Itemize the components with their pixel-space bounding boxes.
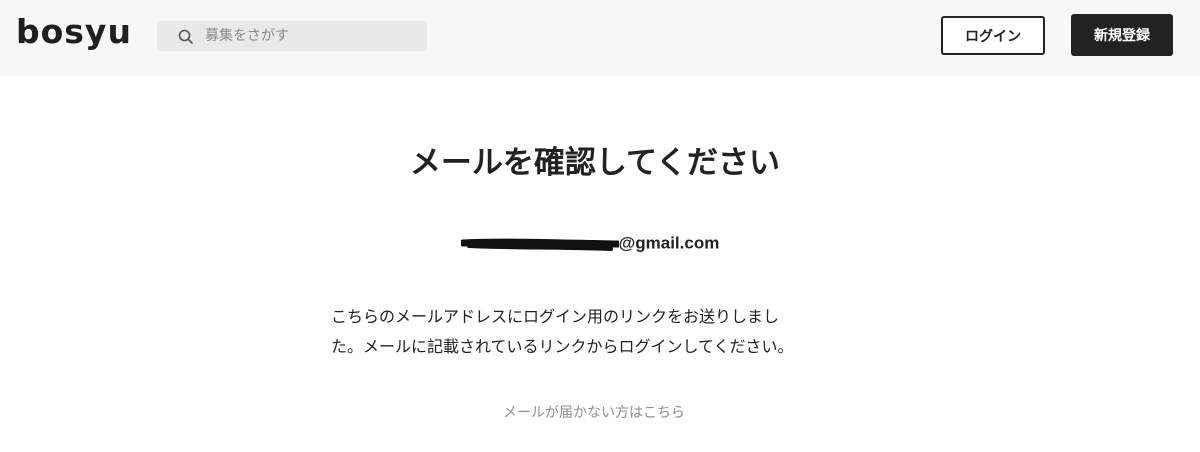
message-line-2: た。メールに記載されているリンクからログインしてください。 xyxy=(331,337,794,356)
search-bar[interactable] xyxy=(157,21,427,51)
email-not-received-link[interactable]: メールが届かない方はこちら xyxy=(0,401,1188,425)
search-icon xyxy=(178,29,193,44)
message-line-1: こちらのメールアドレスにログイン用のリンクをお送りしまし xyxy=(331,307,780,326)
email-address: @gmail.com xyxy=(0,230,1180,257)
signup-button[interactable]: 新規登録 xyxy=(1071,14,1173,56)
bosyu-logo[interactable]: bosyu xyxy=(16,10,132,54)
site-header: bosyu ログイン 新規登録 xyxy=(0,0,1200,76)
page-title: メールを確認してください xyxy=(409,145,781,181)
redaction-mark xyxy=(460,238,619,251)
email-domain: @gmail.com xyxy=(618,233,720,253)
search-input[interactable] xyxy=(205,21,415,51)
confirmation-message: こちらのメールアドレスにログイン用のリンクをお送りしまし た。メールに記載されて… xyxy=(331,302,853,362)
login-button[interactable]: ログイン xyxy=(941,16,1045,55)
main-content: メールを確認してください @gmail.com こちらのメールアドレスにログイン… xyxy=(0,76,1200,452)
